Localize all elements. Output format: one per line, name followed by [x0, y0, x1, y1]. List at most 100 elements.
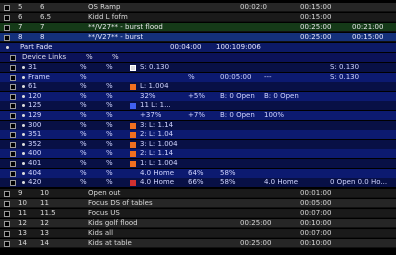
part-row[interactable]: Part Fade 00:04:00 100:109:006 [0, 43, 396, 52]
device-pct-1: % [80, 63, 87, 71]
device-pct-2: % [106, 130, 113, 139]
device-id: 120 [28, 91, 42, 100]
device-checkbox[interactable] [10, 132, 16, 139]
cue-time-fade: 00:10:00 [300, 219, 332, 227]
cue-row[interactable]: 9 10 Open out 00:01:00 [0, 189, 396, 198]
device-row[interactable]: 129%% +37% +7% B: 0 Open 100% [0, 111, 396, 120]
device-value: 1: L: 1.004 [140, 159, 178, 167]
cue-row[interactable]: 12 12 Kids golf flood 00:25:00 00:10:00 [0, 219, 396, 228]
cue-time-fade: 00:10:00 [300, 239, 332, 247]
cue-row[interactable]: 13 13 Kids all 00:07:00 [0, 229, 396, 238]
device-row[interactable]: 351%% 2: L: 1.04 [0, 130, 396, 140]
device-checkbox[interactable] [10, 151, 16, 158]
device-checkbox[interactable] [10, 93, 16, 100]
cue-time-fade: 00:07:00 [300, 229, 332, 237]
device-extra-4: S: 0.130 [330, 63, 360, 71]
device-pct-2: % [106, 149, 113, 158]
cue-index: 6 [18, 13, 23, 21]
device-checkbox[interactable] [10, 84, 16, 91]
device-checkbox[interactable] [10, 103, 16, 110]
device-row[interactable]: 400%% 2: L: 1.14 [0, 149, 396, 159]
cue-index: 5 [18, 3, 23, 11]
device-value: 11 L: 1... [140, 101, 171, 110]
cue-select-box[interactable] [4, 221, 10, 227]
cue-time-delay: 00:25:00 [240, 239, 272, 247]
cue-select-box[interactable] [4, 5, 10, 11]
collapse-box-icon[interactable] [10, 55, 16, 61]
device-pct-2: % [106, 178, 113, 187]
expand-dot-icon[interactable] [6, 46, 9, 49]
device-checkbox[interactable] [10, 161, 16, 167]
cue-row[interactable]: 10 11 Focus DS of tables 00:05:00 [0, 199, 396, 208]
device-id: 420 [28, 178, 42, 187]
device-extra-3: --- [264, 72, 272, 81]
cue-select-box[interactable] [4, 201, 10, 207]
part-counter: 100:109:006 [216, 43, 261, 51]
cue-time-delay: 00:02:0 [240, 3, 267, 11]
cue-row[interactable]: 11 11.5 Focus US 00:07:00 [0, 209, 396, 218]
cue-number: 6 [40, 3, 45, 11]
cue-index: 7 [18, 23, 23, 31]
cue-number: 11 [40, 199, 49, 207]
cue-index: 9 [18, 189, 23, 197]
cue-row[interactable]: 7 7 **/V27** - burst flood 00:25:00 00:21:00 [0, 23, 396, 32]
cue-select-box[interactable] [4, 211, 10, 217]
device-row[interactable]: 352%% 3: L: 1.004 [0, 139, 396, 149]
device-row[interactable]: 404%% 4.0 Home 64% 58% [0, 168, 396, 178]
device-extra-2: B: 0 Open [220, 91, 255, 100]
device-id: 61 [28, 82, 37, 91]
cue-select-box[interactable] [4, 15, 10, 21]
cue-time-delay: 00:25:00 [240, 219, 272, 227]
device-pct-1: % [80, 139, 87, 148]
device-row[interactable]: 420%% 4.0 Home 66% 58% 4.0 Home 0 Open 0.0 Ho… [0, 178, 396, 188]
device-value: L: 1.004 [140, 82, 169, 91]
device-row[interactable]: 120%% 32% +5% B: 0 Open B: 0 Open [0, 91, 396, 101]
color-swatch [130, 161, 136, 167]
cue-time-fade: 00:05:00 [300, 199, 332, 207]
device-extra-3: B: 0 Open [264, 91, 299, 100]
device-value: +37% [140, 111, 162, 119]
device-pct-1: % [80, 111, 87, 119]
device-pct-1: % [80, 130, 87, 139]
cue-label: Kidd L fofm [88, 13, 128, 21]
cue-index: 13 [18, 229, 27, 237]
device-checkbox[interactable] [10, 180, 16, 187]
device-pct-2: % [106, 82, 113, 91]
device-row[interactable]: 125%% 11 L: 1... [0, 101, 396, 111]
cue-number: 7 [40, 23, 45, 31]
device-row[interactable]: 61%% L: 1.004 [0, 82, 396, 92]
cue-select-box[interactable] [4, 241, 10, 247]
device-row[interactable]: 300%% 3: L: 1.14 [0, 120, 396, 130]
device-checkbox[interactable] [10, 122, 16, 129]
cue-select-box[interactable] [4, 191, 10, 197]
device-id: 352 [28, 139, 42, 148]
cue-label: Focus US [88, 209, 120, 217]
cue-select-box[interactable] [4, 231, 10, 237]
device-checkbox[interactable] [10, 170, 16, 177]
device-checkbox[interactable] [10, 141, 16, 148]
device-pct-2: % [106, 168, 113, 177]
device-pct-1: % [80, 120, 87, 129]
cue-label: Kids golf flood [88, 219, 138, 227]
device-row[interactable]: Frame%% 00:05:00 --- S: 0.130 [0, 72, 396, 82]
device-extra-1: 66% [188, 178, 204, 187]
cue-select-box[interactable] [4, 25, 10, 31]
device-id: Frame [28, 72, 50, 81]
cue-row[interactable]: 14 14 Kids at table 00:25:00 00:10:00 [0, 239, 396, 248]
cue-row[interactable]: 5 6 OS Ramp 00:02:0 00:15:00 [0, 3, 396, 12]
device-links-label: Device Links [22, 53, 67, 61]
device-checkbox[interactable] [10, 74, 16, 81]
device-row[interactable]: 31%% S: 0.130 S: 0.130 [0, 63, 396, 72]
cue-index: 12 [18, 219, 27, 227]
device-checkbox[interactable] [10, 113, 16, 119]
device-value: 3: L: 1.14 [140, 120, 174, 129]
device-checkbox[interactable] [10, 65, 16, 71]
device-header-pct-2: % [112, 53, 119, 61]
cue-row[interactable]: 6 6.5 Kidd L fofm 00:15:00 [0, 13, 396, 22]
cue-row[interactable]: 8 8 **/V27** - burst 00:25:00 00:15:00 [0, 33, 396, 42]
device-extra-4: 0 Open 0.0 Ho... [330, 178, 388, 187]
device-pct-1: % [80, 168, 87, 177]
cue-select-box[interactable] [4, 35, 10, 41]
device-links-header: Device Links%% [0, 53, 396, 62]
device-row[interactable]: 401%% 1: L: 1.004 [0, 159, 396, 168]
